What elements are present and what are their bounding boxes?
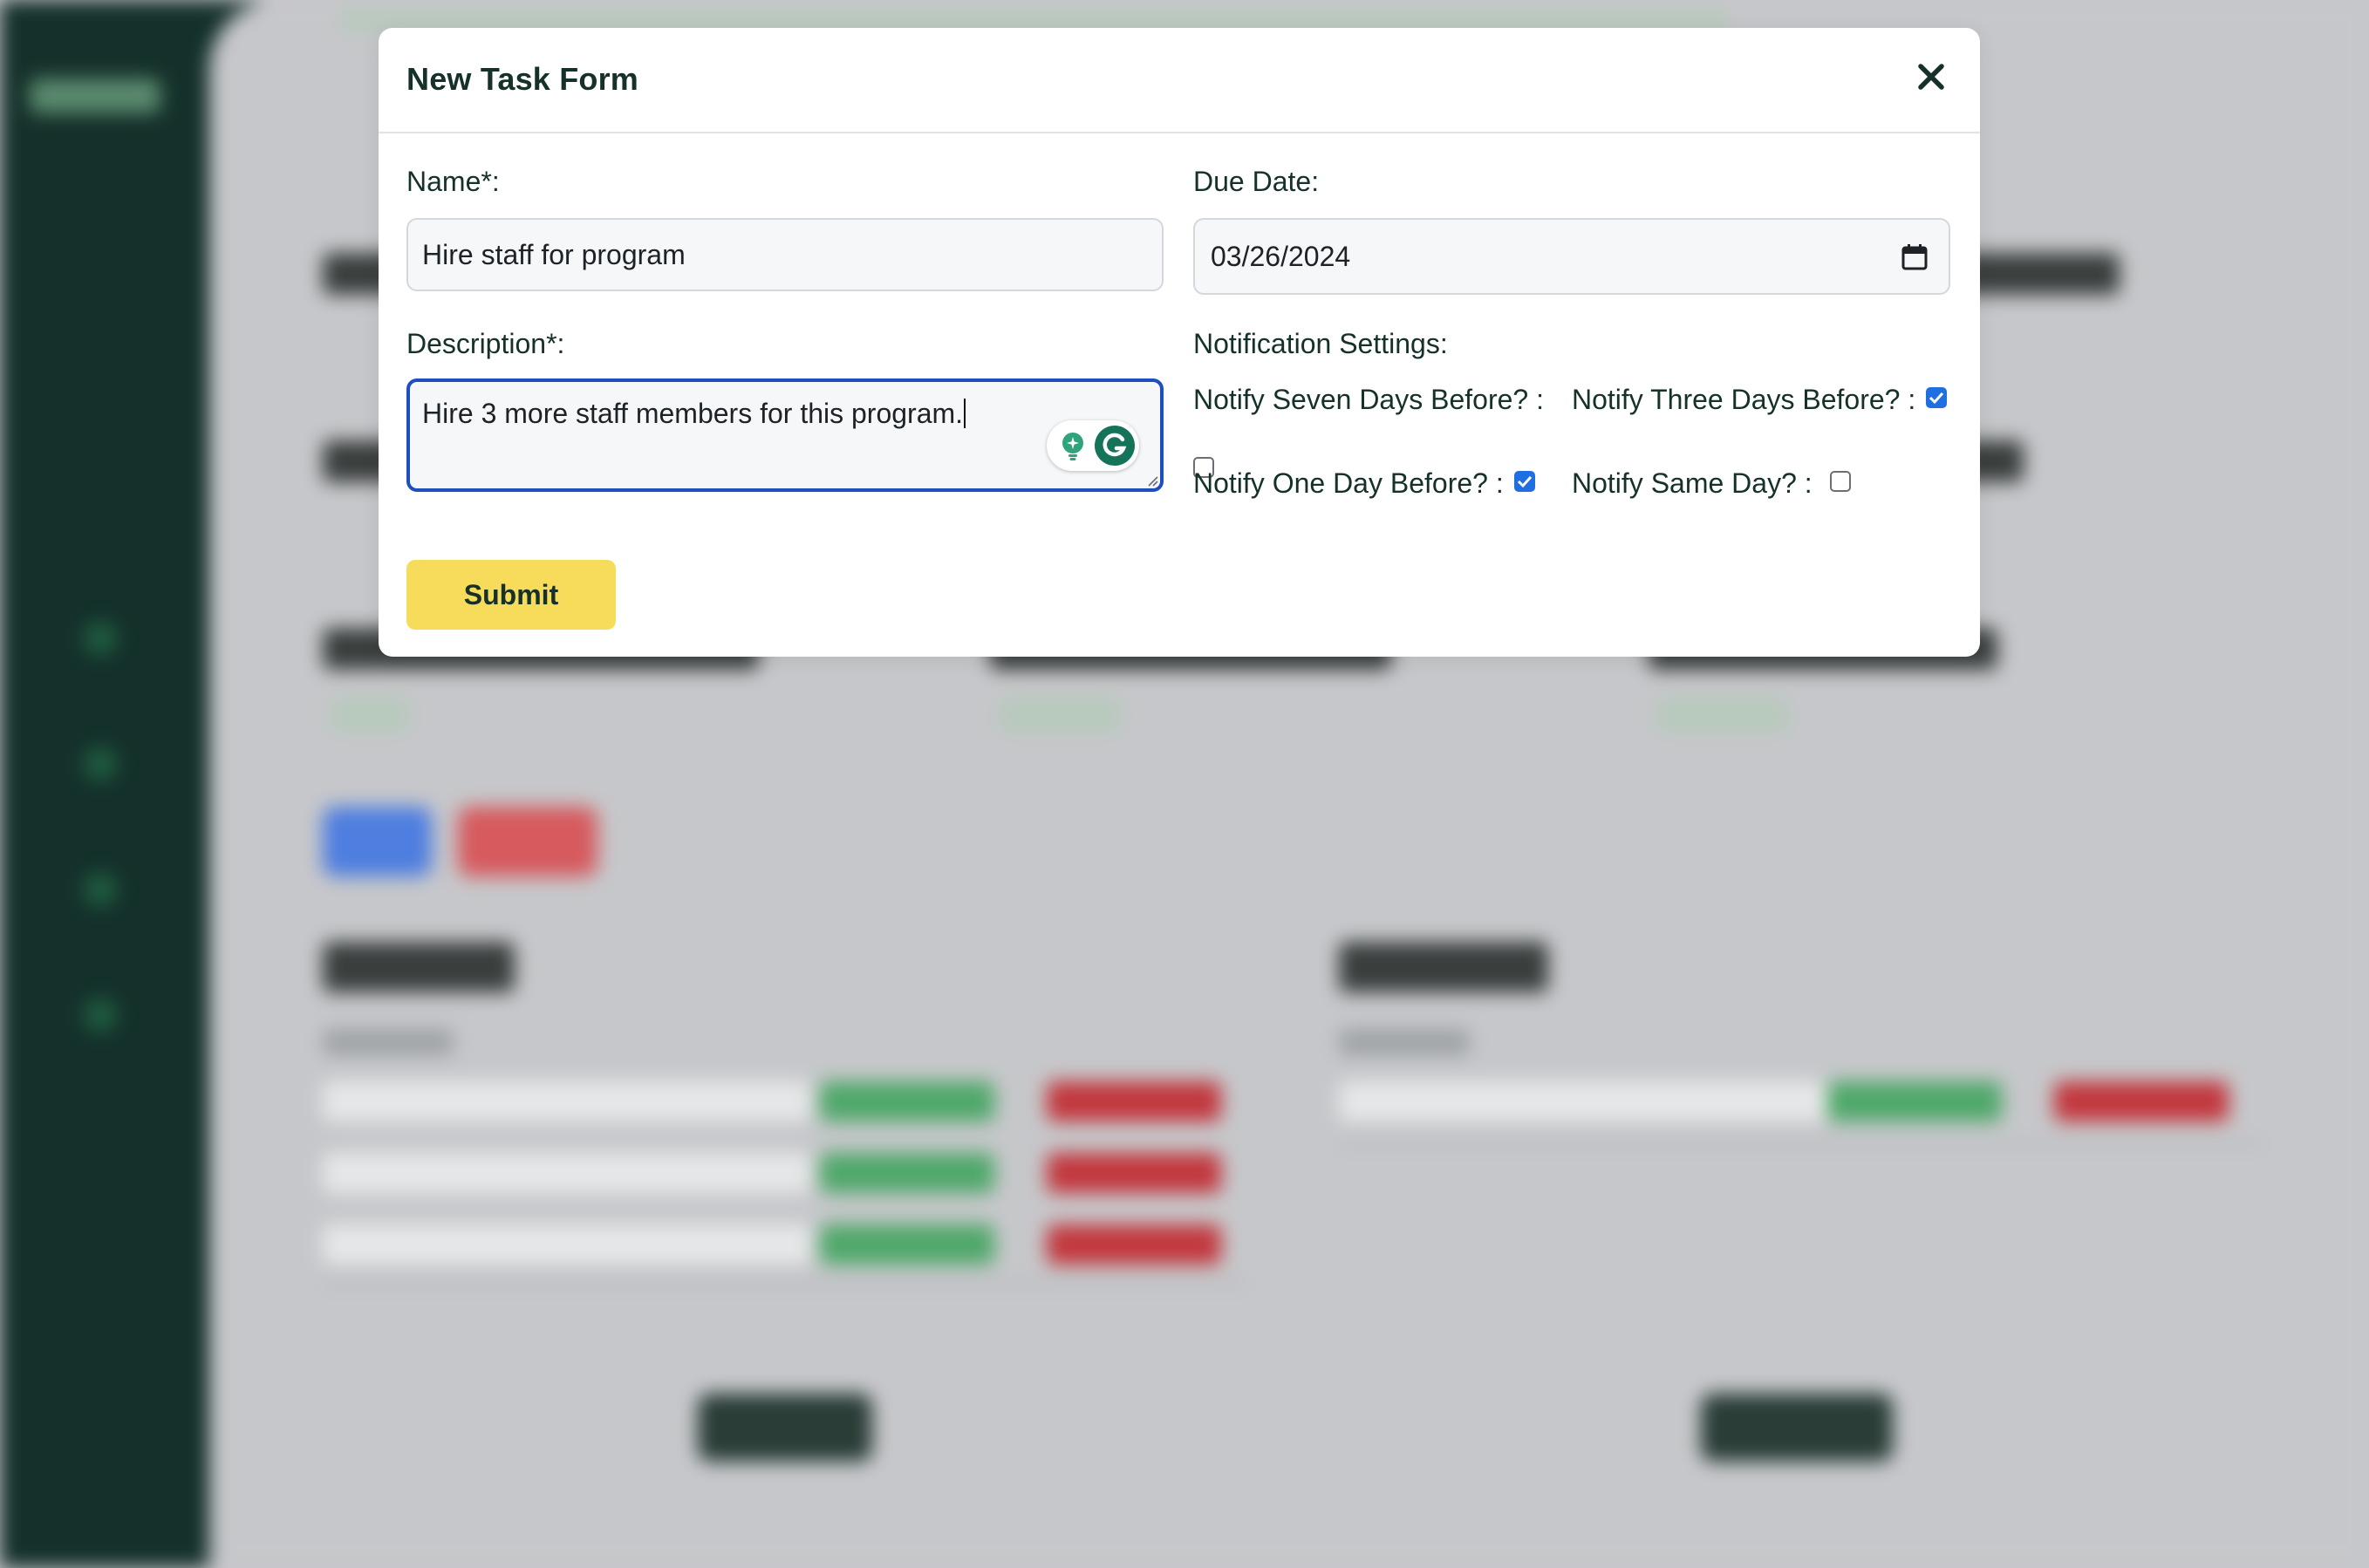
bg-heading <box>323 942 515 992</box>
bg-button <box>820 1224 994 1265</box>
name-input[interactable]: Hire staff for program <box>406 218 1164 291</box>
notify-seven-days-label: Notify Seven Days Before? : <box>1193 384 1544 415</box>
bg-chip <box>999 698 1121 733</box>
bg-divider <box>323 1282 1247 1285</box>
notify-same-day-checkbox[interactable] <box>1830 471 1851 492</box>
name-label: Name*: <box>406 166 500 197</box>
bg-row <box>323 1224 811 1265</box>
lightbulb-icon[interactable] <box>1057 429 1089 462</box>
bg-button <box>323 807 432 876</box>
bg-chip <box>331 698 410 733</box>
bg-button <box>2054 1081 2229 1121</box>
nav-icon <box>83 747 118 781</box>
bg-button <box>820 1153 994 1193</box>
bg-button <box>698 1394 872 1462</box>
new-task-modal: New Task Form Name*: Hire staff for prog… <box>379 28 1980 657</box>
bg-chip <box>1657 698 1788 733</box>
nav-icon <box>83 621 118 656</box>
notify-one-day-checkbox[interactable] <box>1514 471 1535 492</box>
bg-chip <box>323 1029 454 1055</box>
resize-grip-icon[interactable] <box>1146 474 1158 487</box>
notify-three-days-checkbox[interactable] <box>1926 387 1947 408</box>
bg-button <box>458 807 597 876</box>
due-date-label: Due Date: <box>1193 166 1320 197</box>
check-icon <box>1517 475 1533 488</box>
close-icon <box>1918 64 1944 90</box>
nav-icon <box>83 872 118 907</box>
bg-row <box>323 1153 811 1193</box>
bg-heading <box>1339 942 1548 992</box>
description-text: Hire 3 more staff members for this progr… <box>422 398 964 429</box>
modal-header: New Task Form <box>379 28 1980 133</box>
bg-row <box>323 1081 811 1121</box>
description-label: Description*: <box>406 328 565 359</box>
notify-same-day-label: Notify Same Day? : <box>1572 467 1813 499</box>
bg-button <box>1047 1153 1221 1193</box>
notification-settings-label: Notification Settings: <box>1193 328 1448 359</box>
close-button[interactable] <box>1912 58 1950 96</box>
bg-button <box>820 1081 994 1121</box>
bg-button <box>1827 1081 2002 1121</box>
bg-button <box>1047 1081 1221 1121</box>
due-date-input[interactable]: 03/26/2024 <box>1193 218 1950 295</box>
modal-title: New Task Form <box>406 61 639 97</box>
submit-button[interactable]: Submit <box>406 560 616 630</box>
bg-row <box>1339 1081 1827 1121</box>
text-caret <box>964 399 966 428</box>
calendar-icon[interactable] <box>1900 242 1929 272</box>
bg-button <box>1047 1224 1221 1265</box>
bg-chip <box>1339 1029 1470 1055</box>
nav-icon <box>83 998 118 1033</box>
grammarly-icon[interactable] <box>1094 425 1136 467</box>
notify-three-days-label: Notify Three Days Before? : <box>1572 384 1916 415</box>
bg-divider <box>1339 1142 2263 1145</box>
notify-one-day-label: Notify One Day Before? : <box>1193 467 1504 499</box>
grammarly-widget[interactable] <box>1047 420 1139 471</box>
bg-button <box>1701 1394 1893 1462</box>
app-logo <box>30 78 160 113</box>
check-icon <box>1929 392 1944 405</box>
due-date-value: 03/26/2024 <box>1211 241 1351 272</box>
